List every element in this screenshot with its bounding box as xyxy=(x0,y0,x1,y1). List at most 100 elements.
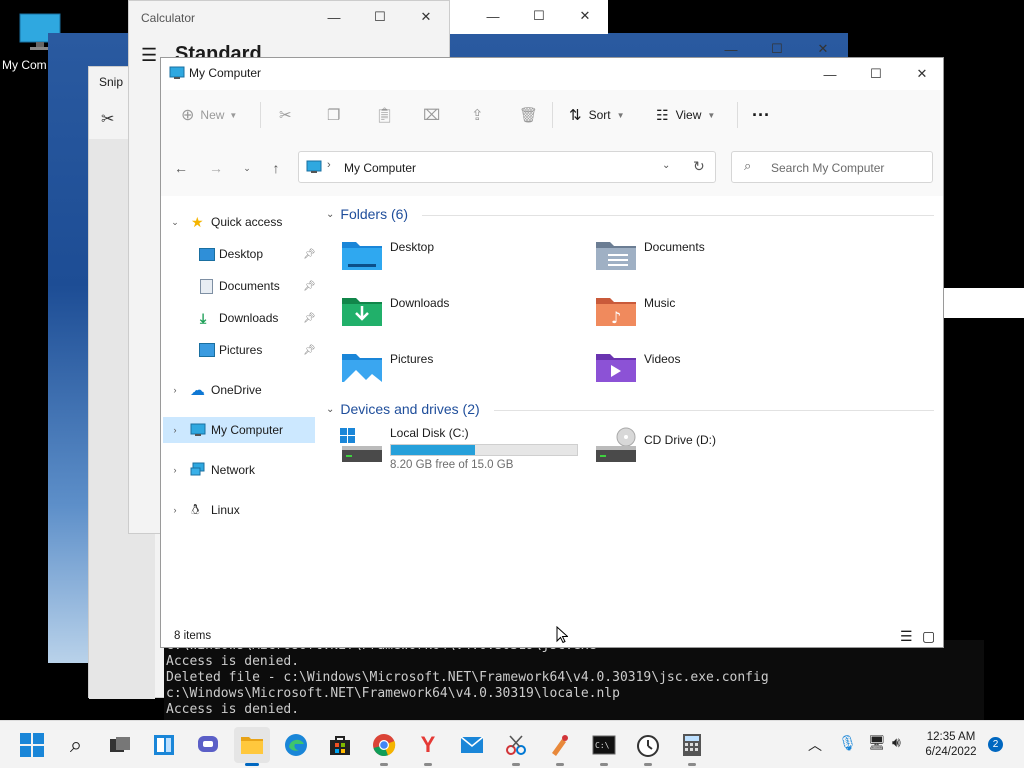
show-hidden-icons-chevron-icon[interactable]: ︿ xyxy=(808,735,822,755)
back-arrow-icon[interactable]: ← xyxy=(170,157,192,179)
folder-music[interactable]: ♪ Music xyxy=(594,292,834,336)
close-icon[interactable]: ✕ xyxy=(562,0,608,32)
snipping-tool-button[interactable] xyxy=(498,727,534,766)
separator xyxy=(494,410,934,411)
minimize-icon[interactable]: — xyxy=(470,0,516,32)
address-dropdown-icon[interactable]: ⌄ xyxy=(662,160,670,171)
volume-icon[interactable]: 🔊︎ xyxy=(892,734,901,751)
drive-name: CD Drive (D:) xyxy=(644,433,716,447)
file-explorer-window[interactable]: My Computer — ☐ ✕ ⊕ New ▼ ✂ ❐ 📋︎ ⌧ ⇪ 🗑︎ … xyxy=(160,57,944,648)
chevron-right-icon[interactable]: › xyxy=(169,465,181,475)
snip-new-icon[interactable]: ✂ xyxy=(101,109,114,129)
chevron-right-icon[interactable]: › xyxy=(169,505,181,515)
drive-cd-d[interactable]: CD Drive (D:) xyxy=(594,426,834,470)
details-view-icon[interactable]: ☰ xyxy=(900,628,913,645)
paste-button[interactable]: 📋︎ xyxy=(375,103,394,127)
nav-item-desktop[interactable]: Desktop 📌︎ xyxy=(161,241,317,267)
yandex-button[interactable]: Y xyxy=(410,727,446,766)
folder-name: Downloads xyxy=(390,296,450,310)
notification-badge[interactable]: 2 xyxy=(988,737,1003,752)
nav-item-network[interactable]: › Network xyxy=(161,457,317,483)
terminal-window[interactable]: c:\Windows\Microsoft.NET\Framework64\v4.… xyxy=(164,638,984,720)
sort-button[interactable]: ⇅ Sort ▼ xyxy=(569,103,625,127)
rename-icon: ⌧ xyxy=(423,107,441,124)
refresh-icon[interactable]: ↻ xyxy=(693,158,705,175)
background-window-white[interactable]: — ☐ ✕ xyxy=(448,0,608,34)
chevron-down-icon[interactable]: ⌄ xyxy=(169,217,181,228)
copy-button[interactable]: ❐ xyxy=(327,103,340,127)
terminal-icon: C:\ xyxy=(592,735,616,755)
nav-item-my-computer[interactable]: › My Computer xyxy=(163,417,315,443)
calculator-title: Calculator xyxy=(141,11,196,25)
network-status-icon[interactable]: 🖥︎ xyxy=(868,734,886,751)
folder-documents[interactable]: Documents xyxy=(594,236,834,280)
minimize-icon[interactable]: — xyxy=(311,1,357,33)
pin-icon[interactable]: 📌︎ xyxy=(303,313,316,324)
running-indicator xyxy=(424,763,432,766)
folder-downloads[interactable]: Downloads xyxy=(340,292,580,336)
widgets-button[interactable] xyxy=(146,727,182,763)
mail-button[interactable] xyxy=(454,727,490,763)
downloads-folder-icon xyxy=(342,298,382,326)
rename-button[interactable]: ⌧ xyxy=(423,103,440,127)
clock-area[interactable]: 12:35 AM 6/24/2022 xyxy=(920,730,982,760)
folder-videos[interactable]: Videos xyxy=(594,348,834,392)
terminal-button[interactable]: C:\ xyxy=(586,727,622,766)
pin-icon[interactable]: 📌︎ xyxy=(303,281,316,292)
chevron-right-icon[interactable]: › xyxy=(169,385,181,395)
scissors-icon: ✂ xyxy=(279,107,292,124)
teams-chat-button[interactable] xyxy=(190,727,226,763)
drive-local-disk-c[interactable]: Local Disk (C:) 8.20 GB free of 15.0 GB xyxy=(340,426,590,471)
folder-name: Videos xyxy=(644,352,681,366)
nav-item-onedrive[interactable]: › ☁ OneDrive xyxy=(161,377,317,403)
edge-button[interactable] xyxy=(278,727,314,763)
nav-item-pictures[interactable]: Pictures 📌︎ xyxy=(161,337,317,363)
up-arrow-icon[interactable]: ↑ xyxy=(265,157,287,179)
new-button[interactable]: ⊕ New ▼ xyxy=(181,103,237,127)
search-taskbar-button[interactable]: ⌕ xyxy=(58,727,94,763)
clock-app-button[interactable] xyxy=(630,727,666,766)
cut-button[interactable]: ✂ xyxy=(279,103,292,127)
drives-group-header[interactable]: ⌄ Devices and drives (2) xyxy=(326,401,480,417)
nav-item-linux[interactable]: › 🐧︎ Linux xyxy=(161,497,317,523)
file-explorer-taskbar-button[interactable] xyxy=(234,727,270,766)
close-icon[interactable]: ✕ xyxy=(899,58,945,90)
folder-desktop[interactable]: Desktop xyxy=(340,236,580,280)
pictures-folder-icon xyxy=(342,354,382,382)
address-bar[interactable]: › My Computer ⌄ ↻ xyxy=(298,151,716,183)
nav-item-downloads[interactable]: ⤓ Downloads 📌︎ xyxy=(161,305,317,331)
calculator-button[interactable] xyxy=(674,727,710,766)
tiles-view-icon[interactable]: ▢ xyxy=(922,628,935,645)
paint-button[interactable] xyxy=(542,727,578,766)
recent-locations-icon[interactable]: ⌄ xyxy=(236,157,258,179)
delete-button[interactable]: 🗑︎ xyxy=(519,103,538,127)
search-box[interactable]: ⌕ Search My Computer xyxy=(731,151,933,183)
minimize-icon[interactable]: — xyxy=(807,58,853,90)
chevron-right-icon[interactable]: › xyxy=(169,425,181,435)
microphone-icon[interactable]: 🎙︎ xyxy=(838,734,857,752)
share-button[interactable]: ⇪ xyxy=(471,103,484,127)
forward-arrow-icon[interactable]: → xyxy=(205,157,227,179)
folders-group-header[interactable]: ⌄ Folders (6) xyxy=(326,206,408,222)
more-options-button[interactable]: ··· xyxy=(752,103,770,127)
view-button[interactable]: ☷ View ▼ xyxy=(656,103,715,127)
title-bar[interactable]: My Computer — ☐ ✕ xyxy=(161,58,943,90)
pin-icon[interactable]: 📌︎ xyxy=(303,249,316,260)
chrome-button[interactable] xyxy=(366,727,402,766)
maximize-icon[interactable]: ☐ xyxy=(853,58,899,90)
close-icon[interactable]: ✕ xyxy=(403,1,449,33)
folder-pictures[interactable]: Pictures xyxy=(340,348,580,392)
nav-item-documents[interactable]: Documents 📌︎ xyxy=(161,273,317,299)
nav-item-quick-access[interactable]: ⌄ ★ Quick access xyxy=(161,209,317,235)
maximize-icon[interactable]: ☐ xyxy=(516,0,562,32)
start-button[interactable] xyxy=(14,727,50,763)
sort-icon: ⇅ xyxy=(569,107,582,124)
maximize-icon[interactable]: ☐ xyxy=(357,1,403,33)
computer-icon xyxy=(169,66,185,79)
pin-icon[interactable]: 📌︎ xyxy=(303,345,316,356)
more-icon: ··· xyxy=(752,104,770,125)
hamburger-icon[interactable]: ☰ xyxy=(141,45,157,66)
task-view-button[interactable] xyxy=(102,727,138,763)
running-indicator xyxy=(688,763,696,766)
store-button[interactable] xyxy=(322,727,358,763)
